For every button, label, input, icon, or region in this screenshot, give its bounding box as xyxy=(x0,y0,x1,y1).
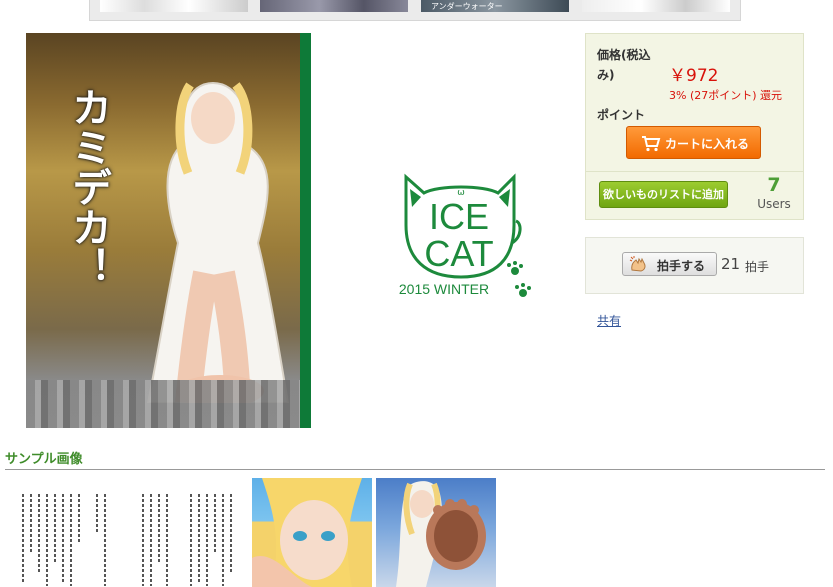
sample-images-heading: サンプル画像 xyxy=(5,452,83,467)
applause-unit: 拍手 xyxy=(745,260,770,274)
related-thumbnail[interactable] xyxy=(100,0,248,12)
clapping-hand-icon xyxy=(629,256,646,272)
applause-button[interactable]: 拍手する xyxy=(622,252,717,276)
cover-green-stripe xyxy=(300,33,311,428)
sample-illustration xyxy=(252,478,362,587)
paw-print-icon xyxy=(507,261,523,275)
add-to-wishlist-button[interactable]: 欲しいものリストに追加 xyxy=(599,181,728,208)
related-thumbnail[interactable]: アンダーウォーター xyxy=(421,0,569,12)
add-to-cart-button[interactable]: カートに入れる xyxy=(626,126,761,159)
purchase-box: 価格(税込み) ￥972 ポイント 3% (27ポイント) 還元 カートに入れる… xyxy=(585,33,804,220)
related-thumbnail-caption: アンダーウォーター xyxy=(431,2,503,11)
applause-box: 拍手する 21 拍手 xyxy=(585,237,804,294)
paw-print-icon xyxy=(515,283,531,297)
sample-illustration xyxy=(396,481,486,587)
wishlist-user-count: 7 xyxy=(767,174,781,196)
cover-cityscape xyxy=(26,380,311,428)
add-to-cart-label: カートに入れる xyxy=(665,137,750,151)
share-link[interactable]: 共有 xyxy=(597,312,621,329)
logo-text-cat: CAT xyxy=(424,233,493,274)
point-label: ポイント xyxy=(597,108,646,122)
logo-text-season: 2015 WINTER xyxy=(399,281,489,297)
logo-text-ice: ICE xyxy=(429,196,489,237)
ice-cat-circle-logo[interactable]: ω ICE CAT 2015 WINTER xyxy=(388,163,534,303)
divider xyxy=(5,469,825,470)
sample-image-thumbnail[interactable] xyxy=(128,478,246,587)
sample-image-thumbnail[interactable] xyxy=(376,478,496,587)
related-thumbnail[interactable] xyxy=(260,0,408,12)
sample-image-thumbnail[interactable] xyxy=(6,478,124,587)
related-thumbnail-strip: アンダーウォーター xyxy=(89,0,741,21)
price-value: ￥972 xyxy=(669,66,719,86)
wishlist-user-unit: Users xyxy=(757,197,791,211)
sample-image-thumbnail[interactable] xyxy=(252,478,372,587)
price-label: 価格(税込み) xyxy=(597,48,651,82)
applause-button-label: 拍手する xyxy=(657,259,706,273)
cover-illustration xyxy=(146,81,290,403)
related-thumbnail[interactable] xyxy=(582,0,730,12)
shopping-cart-icon xyxy=(642,136,661,152)
divider xyxy=(586,171,803,172)
point-value: 3% (27ポイント) 還元 xyxy=(669,89,783,102)
product-cover-image[interactable]: カミデカ！ xyxy=(26,33,311,428)
applause-count: 21 xyxy=(721,255,741,273)
cover-title: カミデカ！ xyxy=(65,87,111,287)
